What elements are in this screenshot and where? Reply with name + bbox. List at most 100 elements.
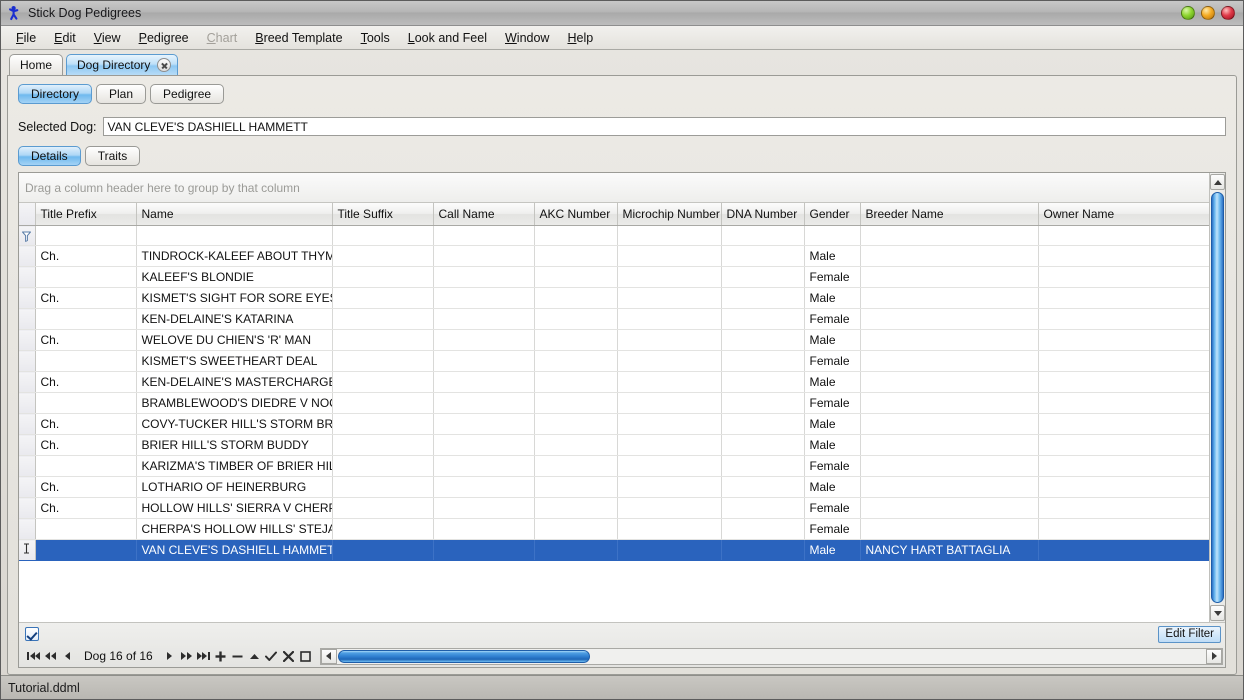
table-row[interactable]: Ch.WELOVE DU CHIEN'S 'R' MANMale bbox=[19, 330, 1209, 351]
filter-cell-title-suffix[interactable] bbox=[332, 226, 433, 246]
row-indicator-cell[interactable] bbox=[19, 246, 35, 267]
row-indicator-cell[interactable] bbox=[19, 435, 35, 456]
cell-microchip-number[interactable] bbox=[617, 540, 721, 561]
column-header-title-suffix[interactable]: Title Suffix bbox=[332, 203, 433, 226]
column-header-title-prefix[interactable]: Title Prefix bbox=[35, 203, 136, 226]
cell-akc-number[interactable] bbox=[534, 288, 617, 309]
cell-owner-name[interactable] bbox=[1038, 477, 1209, 498]
scroll-up-button[interactable] bbox=[1210, 174, 1225, 190]
cell-akc-number[interactable] bbox=[534, 246, 617, 267]
cell-owner-name[interactable] bbox=[1038, 267, 1209, 288]
column-header-gender[interactable]: Gender bbox=[804, 203, 860, 226]
filter-cell-gender[interactable] bbox=[804, 226, 860, 246]
cell-owner-name[interactable] bbox=[1038, 393, 1209, 414]
cell-name[interactable]: LOTHARIO OF HEINERBURG bbox=[136, 477, 332, 498]
table-row[interactable]: Ch.KEN-DELAINE'S MASTERCHARGEMale bbox=[19, 372, 1209, 393]
cell-title-suffix[interactable] bbox=[332, 372, 433, 393]
column-header-breeder-name[interactable]: Breeder Name bbox=[860, 203, 1038, 226]
row-indicator-cell[interactable] bbox=[19, 372, 35, 393]
maximize-button[interactable] bbox=[1201, 6, 1215, 20]
cell-breeder-name[interactable] bbox=[860, 519, 1038, 540]
minimize-button[interactable] bbox=[1181, 6, 1195, 20]
row-indicator-cell[interactable] bbox=[19, 477, 35, 498]
cell-name[interactable]: BRAMBLEWOOD'S DIEDRE V NOCHEE II bbox=[136, 393, 332, 414]
cell-title-suffix[interactable] bbox=[332, 456, 433, 477]
cell-dna-number[interactable] bbox=[721, 351, 804, 372]
cell-gender[interactable]: Female bbox=[804, 267, 860, 288]
filter-cell-dna-number[interactable] bbox=[721, 226, 804, 246]
filter-cell-akc-number[interactable] bbox=[534, 226, 617, 246]
cell-title-suffix[interactable] bbox=[332, 393, 433, 414]
row-indicator-cell[interactable] bbox=[19, 309, 35, 330]
tab-traits[interactable]: Traits bbox=[85, 146, 141, 166]
cell-title-prefix[interactable]: Ch. bbox=[35, 246, 136, 267]
cell-title-prefix[interactable]: Ch. bbox=[35, 477, 136, 498]
cell-name[interactable]: HOLLOW HILLS' SIERRA V CHERPA bbox=[136, 498, 332, 519]
cell-title-prefix[interactable] bbox=[35, 393, 136, 414]
table-row[interactable]: CHERPA'S HOLLOW HILLS' STEJANFemale bbox=[19, 519, 1209, 540]
column-header-akc-number[interactable]: AKC Number bbox=[534, 203, 617, 226]
cell-gender[interactable]: Male bbox=[804, 414, 860, 435]
tab-directory[interactable]: Directory bbox=[18, 84, 92, 104]
table-row[interactable]: Ch.LOTHARIO OF HEINERBURGMale bbox=[19, 477, 1209, 498]
next-page-button[interactable] bbox=[178, 647, 195, 665]
cell-title-prefix[interactable] bbox=[35, 519, 136, 540]
selected-dog-field[interactable]: VAN CLEVE'S DASHIELL HAMMETT bbox=[103, 117, 1226, 136]
cell-microchip-number[interactable] bbox=[617, 435, 721, 456]
filter-cell-breeder-name[interactable] bbox=[860, 226, 1038, 246]
cell-title-suffix[interactable] bbox=[332, 267, 433, 288]
table-row[interactable]: Ch.COVY-TUCKER HILL'S STORM BRIERMale bbox=[19, 414, 1209, 435]
menu-pedigree[interactable]: Pedigree bbox=[130, 28, 198, 48]
cell-dna-number[interactable] bbox=[721, 477, 804, 498]
cell-owner-name[interactable] bbox=[1038, 330, 1209, 351]
horizontal-scroll-thumb[interactable] bbox=[338, 650, 590, 663]
cell-breeder-name[interactable] bbox=[860, 372, 1038, 393]
column-header-dna-number[interactable]: DNA Number bbox=[721, 203, 804, 226]
cell-owner-name[interactable] bbox=[1038, 414, 1209, 435]
cell-call-name[interactable] bbox=[433, 330, 534, 351]
table-row[interactable]: BRAMBLEWOOD'S DIEDRE V NOCHEE II Female bbox=[19, 393, 1209, 414]
cell-gender[interactable]: Female bbox=[804, 351, 860, 372]
cell-microchip-number[interactable] bbox=[617, 498, 721, 519]
last-record-button[interactable] bbox=[195, 647, 212, 665]
cell-call-name[interactable] bbox=[433, 540, 534, 561]
insert-record-button[interactable] bbox=[212, 647, 229, 665]
cell-title-prefix[interactable]: Ch. bbox=[35, 414, 136, 435]
cell-gender[interactable]: Male bbox=[804, 435, 860, 456]
cell-title-suffix[interactable] bbox=[332, 246, 433, 267]
cell-gender[interactable]: Male bbox=[804, 288, 860, 309]
cell-microchip-number[interactable] bbox=[617, 246, 721, 267]
cell-akc-number[interactable] bbox=[534, 267, 617, 288]
menu-window[interactable]: Window bbox=[496, 28, 558, 48]
menu-look-and-feel[interactable]: Look and Feel bbox=[399, 28, 496, 48]
cell-gender[interactable]: Male bbox=[804, 372, 860, 393]
filter-cell-title-prefix[interactable] bbox=[35, 226, 136, 246]
cell-gender[interactable]: Female bbox=[804, 393, 860, 414]
cell-title-suffix[interactable] bbox=[332, 498, 433, 519]
cell-name[interactable]: KISMET'S SWEETHEART DEAL bbox=[136, 351, 332, 372]
cell-dna-number[interactable] bbox=[721, 288, 804, 309]
cell-dna-number[interactable] bbox=[721, 330, 804, 351]
cell-title-suffix[interactable] bbox=[332, 540, 433, 561]
table-row[interactable]: VAN CLEVE'S DASHIELL HAMMETTMaleNANCY HA… bbox=[19, 540, 1209, 561]
table-row[interactable]: KEN-DELAINE'S KATARINAFemale bbox=[19, 309, 1209, 330]
column-header-call-name[interactable]: Call Name bbox=[433, 203, 534, 226]
cell-akc-number[interactable] bbox=[534, 519, 617, 540]
cell-name[interactable]: TINDROCK-KALEEF ABOUT THYME bbox=[136, 246, 332, 267]
cell-microchip-number[interactable] bbox=[617, 351, 721, 372]
cell-akc-number[interactable] bbox=[534, 309, 617, 330]
cell-call-name[interactable] bbox=[433, 498, 534, 519]
row-indicator-cell[interactable] bbox=[19, 456, 35, 477]
table-row[interactable]: KALEEF'S BLONDIEFemale bbox=[19, 267, 1209, 288]
menu-edit[interactable]: Edit bbox=[45, 28, 85, 48]
cell-breeder-name[interactable] bbox=[860, 309, 1038, 330]
cell-dna-number[interactable] bbox=[721, 456, 804, 477]
cell-gender[interactable]: Female bbox=[804, 309, 860, 330]
cell-owner-name[interactable] bbox=[1038, 498, 1209, 519]
cell-akc-number[interactable] bbox=[534, 393, 617, 414]
cell-dna-number[interactable] bbox=[721, 498, 804, 519]
cell-dna-number[interactable] bbox=[721, 414, 804, 435]
cell-owner-name[interactable] bbox=[1038, 435, 1209, 456]
cell-title-suffix[interactable] bbox=[332, 309, 433, 330]
cell-breeder-name[interactable] bbox=[860, 267, 1038, 288]
